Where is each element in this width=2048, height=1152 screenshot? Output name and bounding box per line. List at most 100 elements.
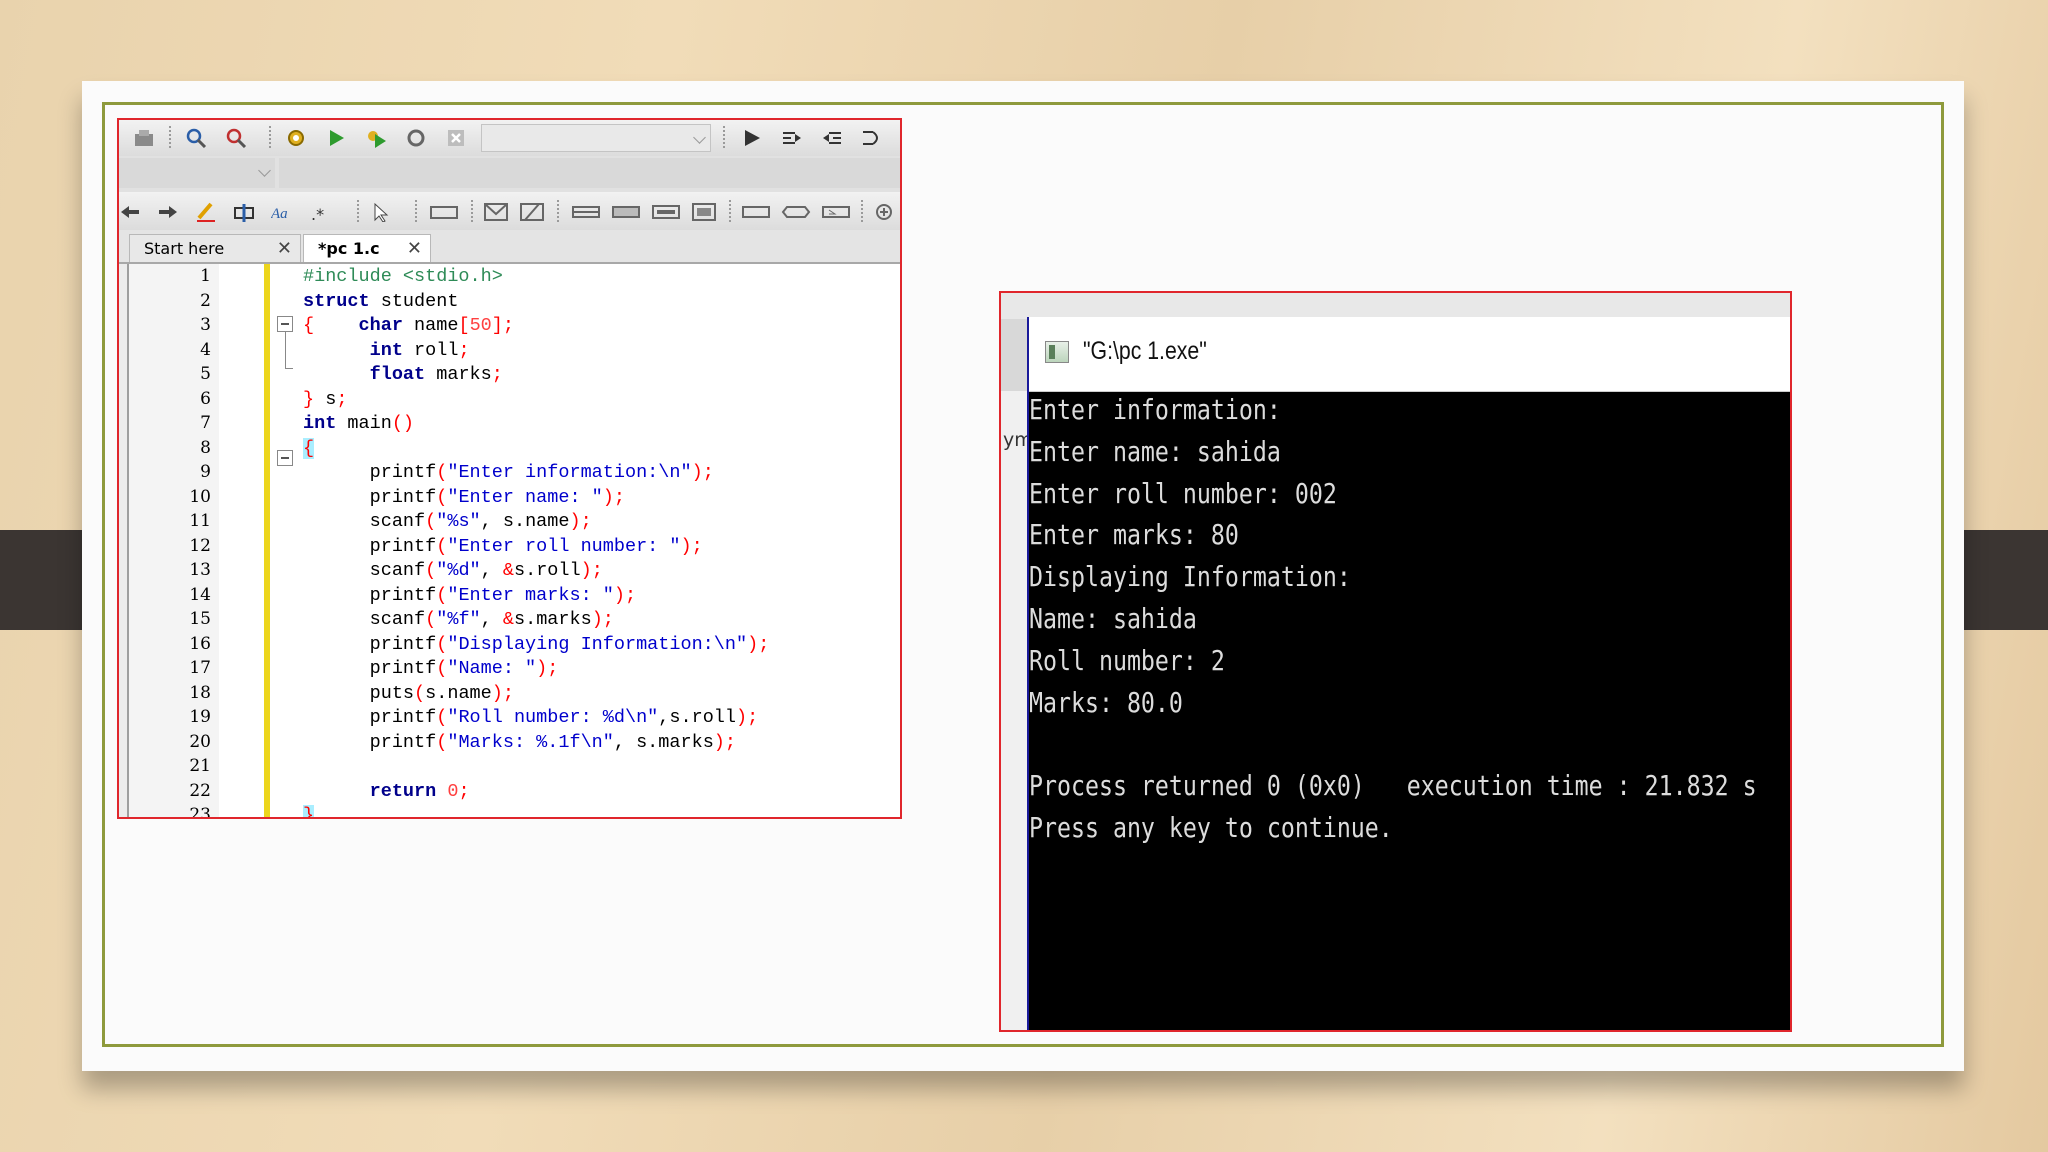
break-shape-icon[interactable] — [821, 202, 851, 222]
return-shape-icon[interactable] — [781, 202, 811, 222]
line-number: 22 — [189, 780, 211, 801]
code-line: scanf("%d", &s.roll); — [303, 560, 603, 581]
debug-run-icon[interactable] — [741, 128, 763, 148]
line-number: 5 — [200, 364, 211, 384]
call-shape-icon[interactable] — [741, 202, 771, 222]
console-line: Enter marks: 80 — [1029, 518, 1239, 552]
zoom-icon[interactable] — [873, 202, 895, 222]
build-run-icon[interactable] — [365, 128, 387, 148]
decision-shape-icon[interactable] — [483, 202, 509, 222]
io-shape-icon[interactable] — [519, 202, 545, 222]
code-line: printf("Roll number: %d\n",s.roll); — [303, 707, 759, 728]
close-icon[interactable]: ✕ — [277, 235, 292, 263]
console-window[interactable]: "G:\pc 1.exe" Enter information: Enter na… — [1027, 317, 1790, 1030]
console-line: Enter information: — [1029, 393, 1281, 426]
code-line: } s; — [303, 388, 348, 410]
search-icon[interactable] — [185, 128, 207, 148]
build-target-select[interactable] — [481, 124, 711, 152]
tab-label: *pc 1.c — [318, 239, 380, 258]
tab-start-here[interactable]: Start here ✕ — [129, 234, 301, 262]
rebuild-icon[interactable] — [405, 128, 427, 148]
line-number: 16 — [189, 633, 211, 654]
loop3-shape-icon[interactable] — [651, 202, 681, 222]
code-line: float marks; — [369, 364, 503, 385]
code-line: #include <stdio.h> — [303, 266, 503, 287]
highlight-icon[interactable] — [195, 202, 217, 222]
abort-icon[interactable] — [445, 128, 467, 148]
svg-text:.*: .* — [311, 205, 324, 222]
insert-icon[interactable] — [233, 202, 255, 222]
fold-line-end — [285, 368, 293, 369]
next-line-icon[interactable] — [861, 128, 883, 148]
close-icon[interactable]: ✕ — [407, 235, 422, 263]
line-number: 1 — [200, 266, 211, 286]
pointer-icon[interactable] — [371, 202, 393, 222]
code-line: printf("Displaying Information:\n"); — [303, 633, 770, 655]
line-number: 23 — [189, 805, 211, 819]
main-toolbar — [119, 120, 900, 157]
secondary-toolbar — [119, 156, 900, 193]
code-line: return 0; — [369, 780, 470, 802]
console-app-icon — [1045, 341, 1069, 363]
forward-icon[interactable] — [157, 202, 179, 222]
console-output: Enter information: Enter name: sahida Ente… — [1029, 391, 1790, 1030]
build-icon[interactable] — [133, 128, 155, 148]
code-line: { — [303, 437, 315, 459]
line-number-gutter: 1 2 3 4 5 6 7 8 9 10 11 12 13 14 15 16 17 18 19 20 21 22 23 — [129, 264, 219, 817]
line-number: 8 — [200, 437, 211, 458]
line-number: 15 — [189, 609, 211, 629]
fold-toggle-icon[interactable] — [277, 450, 293, 466]
code-line: { char name[50]; — [303, 315, 515, 336]
settings-icon[interactable] — [285, 128, 307, 148]
scope-select[interactable] — [119, 158, 275, 188]
block-shape-icon[interactable] — [429, 202, 459, 222]
line-number: 2 — [200, 290, 211, 311]
console-line: Press any key to continue. — [1029, 811, 1393, 844]
tab-pc1-c[interactable]: *pc 1.c ✕ — [303, 234, 431, 262]
replace-icon[interactable] — [225, 128, 247, 148]
console-line: Enter name: sahida — [1029, 434, 1281, 468]
back-icon[interactable] — [119, 202, 141, 222]
console-line: Enter roll number: 002 — [1029, 476, 1337, 510]
code-line: int roll; — [369, 339, 470, 361]
code-line: printf("Enter information:\n"); — [303, 462, 714, 483]
line-number: 9 — [200, 462, 211, 482]
code-editor[interactable]: 1 2 3 4 5 6 7 8 9 10 11 12 13 14 15 16 17 18 19 20 21 22 23 #i… — [127, 264, 900, 817]
console-line: Displaying Information: — [1029, 560, 1351, 594]
line-number: 3 — [200, 315, 211, 335]
line-number: 12 — [189, 535, 211, 556]
fold-line — [285, 332, 286, 368]
code-line: printf("Enter name: "); — [303, 486, 625, 508]
line-number: 7 — [200, 413, 211, 433]
line-number: 17 — [189, 658, 211, 678]
console-title-bar[interactable]: "G:\pc 1.exe" — [1029, 317, 1790, 392]
fold-toggle-icon[interactable] — [277, 316, 293, 332]
loop2-shape-icon[interactable] — [611, 202, 641, 222]
font-icon[interactable]: Aa — [271, 202, 293, 222]
console-line: Marks: 80.0 — [1029, 685, 1183, 719]
code-line: struct student — [303, 290, 459, 312]
code-line: scanf("%f", &s.marks); — [303, 609, 614, 630]
loop-shape-icon[interactable] — [571, 202, 601, 222]
background-ide-panel — [1001, 319, 1028, 391]
line-number: 20 — [189, 731, 211, 752]
case-shape-icon[interactable] — [691, 202, 717, 222]
regex-icon[interactable]: .* — [309, 202, 331, 222]
line-number: 18 — [189, 682, 211, 703]
code-line: printf("Name: "); — [303, 658, 559, 679]
code-line: printf("Marks: %.1f\n", s.marks); — [303, 731, 737, 753]
line-number: 6 — [200, 388, 211, 409]
console-title: "G:\pc 1.exe" — [1083, 337, 1207, 365]
console-line: Name: sahida — [1029, 602, 1197, 635]
step-into-icon[interactable] — [781, 128, 803, 148]
run-icon[interactable] — [325, 128, 347, 148]
svg-text:Aa: Aa — [271, 206, 288, 222]
code-line: int main() — [303, 413, 415, 434]
code-line: puts(s.name); — [303, 682, 514, 704]
console-screenshot: ym "G:\pc 1.exe" Enter information: Enter… — [999, 291, 1792, 1032]
ide-window: Aa .* Start here ✕ *pc 1.c ✕ 1 2 3 4 5 6 7 8 9 10… — [117, 118, 902, 819]
symbol-select[interactable] — [279, 158, 900, 188]
step-out-icon[interactable] — [821, 128, 843, 148]
line-number: 11 — [189, 511, 211, 531]
edit-toolbar: Aa .* — [119, 192, 900, 231]
